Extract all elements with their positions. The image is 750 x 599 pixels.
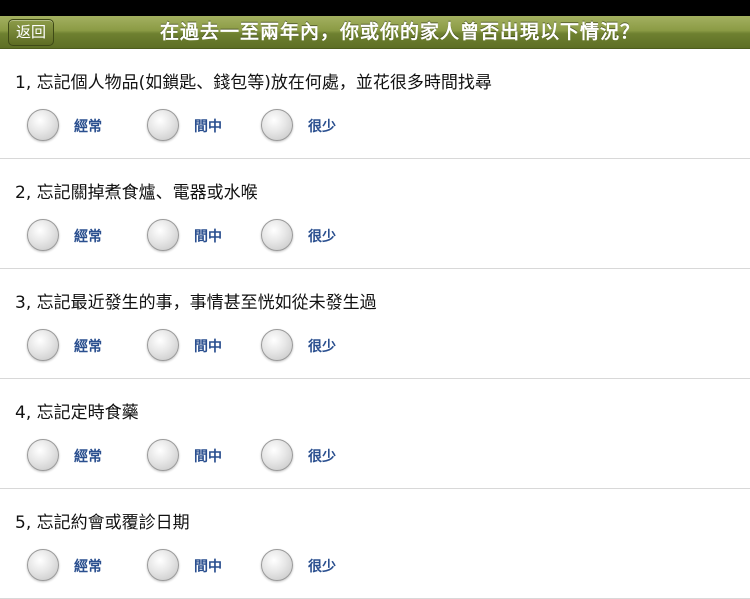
radio-button[interactable] — [147, 219, 179, 251]
option-label: 經常 — [74, 559, 102, 575]
option-label: 很少 — [308, 229, 336, 245]
option-label: 經常 — [74, 229, 102, 245]
radio-button[interactable] — [147, 439, 179, 471]
radio-button[interactable] — [261, 329, 293, 361]
back-button[interactable]: 返回 — [8, 19, 54, 46]
option-label: 很少 — [308, 449, 336, 465]
option-label: 間中 — [194, 339, 222, 355]
option-label: 經常 — [74, 119, 102, 135]
option-label: 很少 — [308, 559, 336, 575]
question-item: 1, 忘記個人物品(如鎖匙、錢包等)放在何處，並花很多時間找尋 經常 間中 很少 — [0, 49, 750, 159]
option-label: 間中 — [194, 559, 222, 575]
status-bar — [0, 0, 750, 16]
radio-button[interactable] — [261, 549, 293, 581]
question-text: 2, 忘記關掉煮食爐、電器或水喉 — [15, 183, 258, 203]
page-title: 在過去一至兩年內，你或你的家人曾否出現以下情況？ — [159, 21, 640, 43]
radio-button[interactable] — [27, 329, 59, 361]
question-item: 2, 忘記關掉煮食爐、電器或水喉 經常 間中 很少 — [0, 159, 750, 269]
question-list: 1, 忘記個人物品(如鎖匙、錢包等)放在何處，並花很多時間找尋 經常 間中 很少… — [0, 49, 750, 599]
radio-button[interactable] — [261, 219, 293, 251]
question-text: 5, 忘記約會或覆診日期 — [15, 513, 190, 533]
radio-button[interactable] — [27, 439, 59, 471]
option-label: 經常 — [74, 339, 102, 355]
option-label: 很少 — [308, 119, 336, 135]
question-item: 4, 忘記定時食藥 經常 間中 很少 — [0, 379, 750, 489]
radio-button[interactable] — [261, 439, 293, 471]
question-item: 5, 忘記約會或覆診日期 經常 間中 很少 — [0, 489, 750, 599]
option-label: 間中 — [194, 119, 222, 135]
radio-button[interactable] — [27, 219, 59, 251]
radio-button[interactable] — [261, 109, 293, 141]
option-label: 很少 — [308, 339, 336, 355]
option-label: 間中 — [194, 229, 222, 245]
question-text: 3, 忘記最近發生的事，事情甚至恍如從未發生過 — [15, 293, 377, 313]
question-item: 3, 忘記最近發生的事，事情甚至恍如從未發生過 經常 間中 很少 — [0, 269, 750, 379]
question-text: 4, 忘記定時食藥 — [15, 403, 139, 423]
option-label: 經常 — [74, 449, 102, 465]
radio-button[interactable] — [147, 549, 179, 581]
option-label: 間中 — [194, 449, 222, 465]
question-text: 1, 忘記個人物品(如鎖匙、錢包等)放在何處，並花很多時間找尋 — [15, 73, 492, 93]
radio-button[interactable] — [27, 549, 59, 581]
radio-button[interactable] — [147, 329, 179, 361]
radio-button[interactable] — [27, 109, 59, 141]
radio-button[interactable] — [147, 109, 179, 141]
navigation-bar: 返回 在過去一至兩年內，你或你的家人曾否出現以下情況？ — [0, 16, 750, 49]
